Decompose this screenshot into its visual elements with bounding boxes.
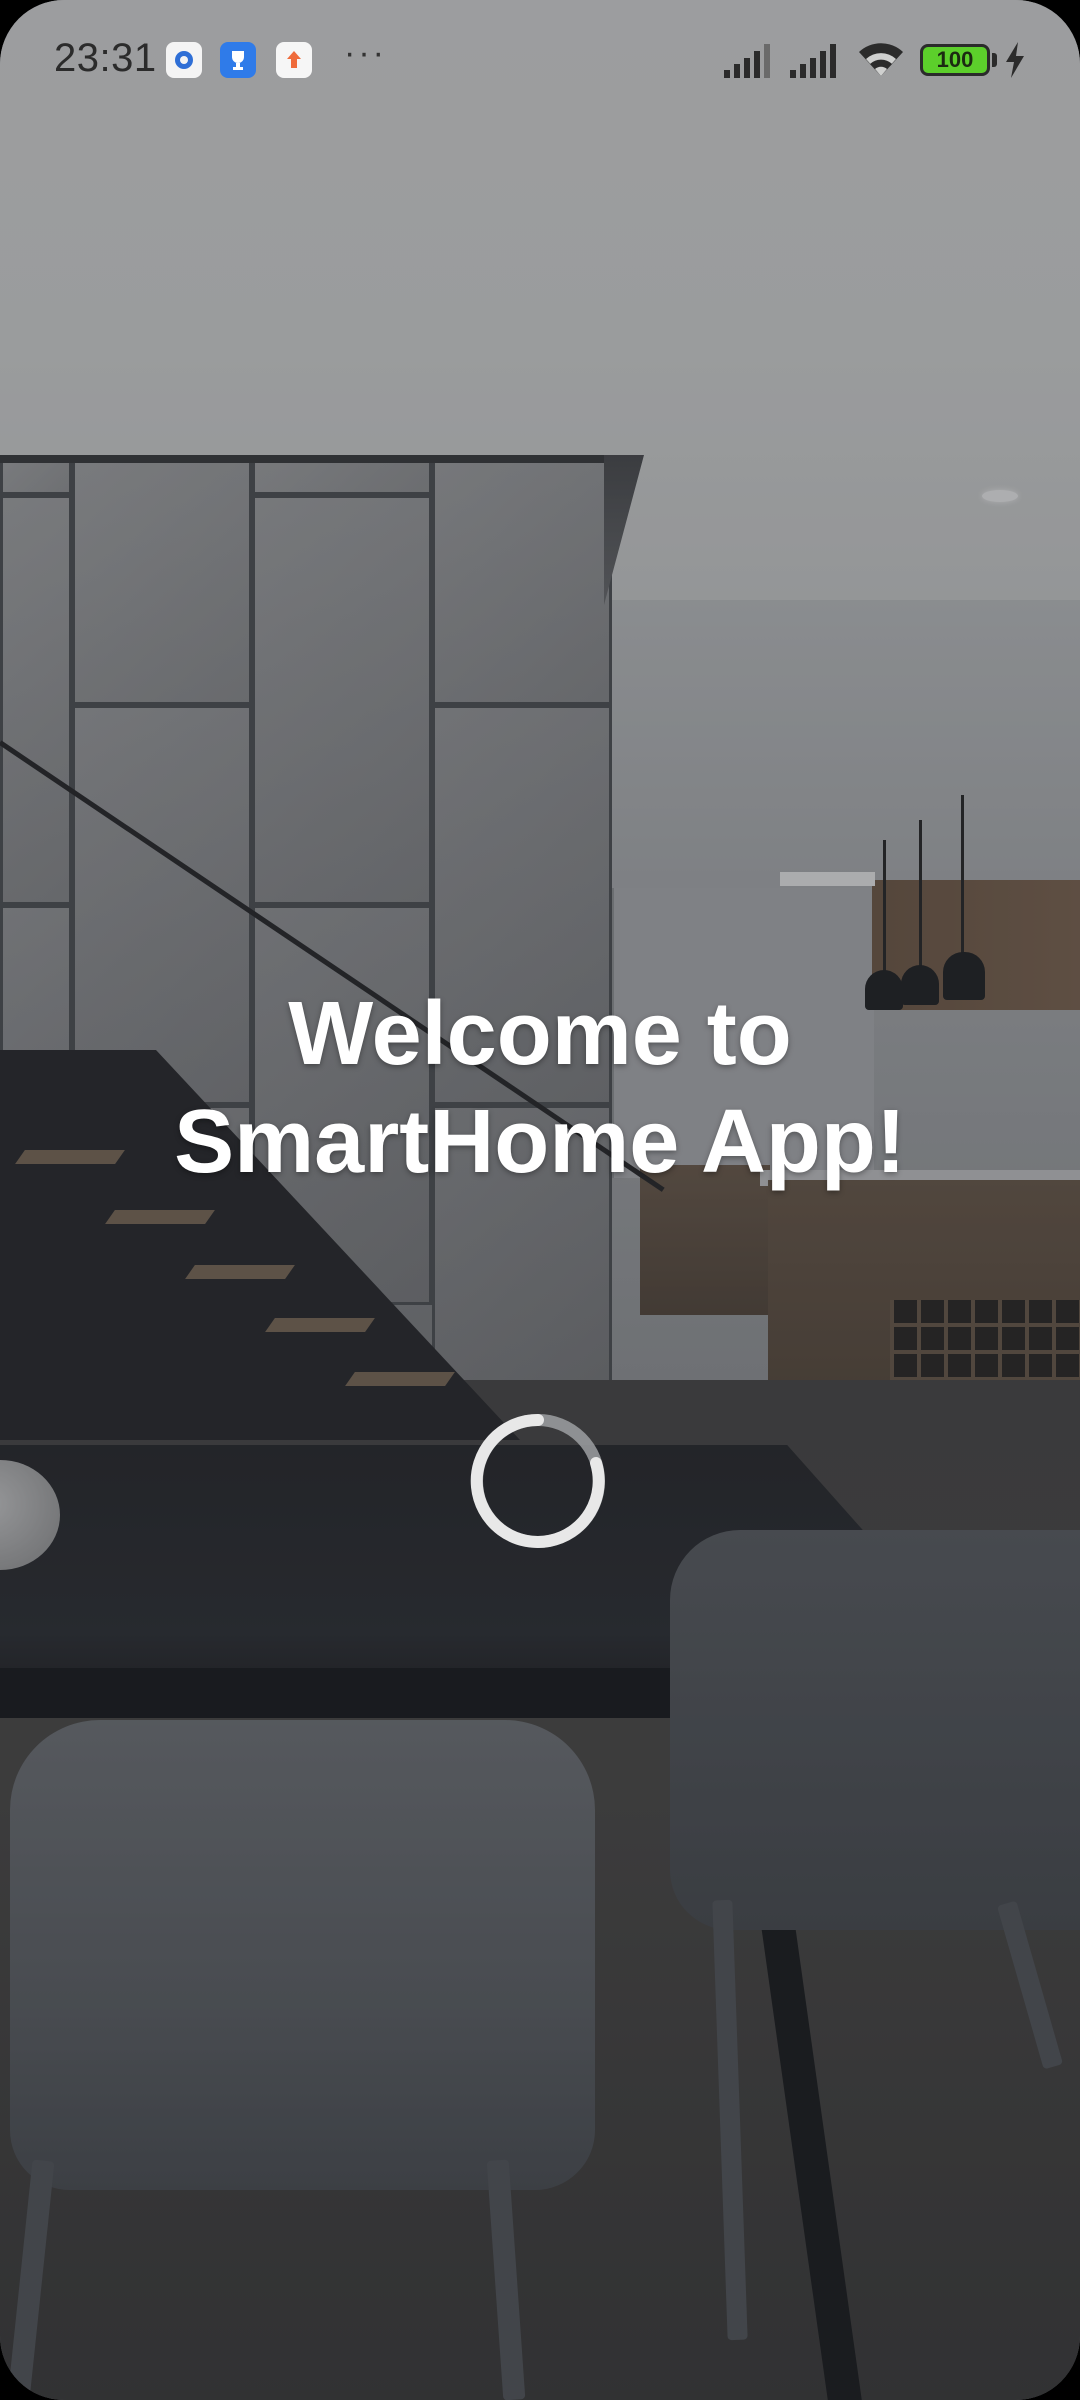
loading-spinner <box>470 1413 605 1548</box>
arrow-up-icon <box>287 51 301 68</box>
dark-overlay <box>0 0 1080 2400</box>
battery-level: 100 <box>936 47 974 72</box>
gear-icon <box>175 51 193 69</box>
battery-icon: 100 <box>920 44 990 76</box>
battery-cap <box>992 53 997 67</box>
wifi-icon <box>859 43 903 76</box>
cell-signal-icon <box>790 44 836 78</box>
trophy-app-icon <box>220 42 256 78</box>
more-notifications-icon: ··· <box>344 34 387 72</box>
welcome-title: Welcome to SmartHome App! <box>174 984 906 1192</box>
status-bar: 23:31 ··· 100 <box>0 0 1080 120</box>
settings-app-icon <box>166 42 202 78</box>
upload-app-icon <box>276 42 312 78</box>
status-time: 23:31 <box>54 36 157 80</box>
cell-signal-icon <box>724 44 770 78</box>
background-image <box>0 0 1080 2400</box>
charging-bolt-icon <box>1006 42 1024 78</box>
splash-screen: 23:31 ··· 100 Welcome to SmartHome App! <box>0 0 1080 2400</box>
trophy-icon <box>232 51 244 70</box>
